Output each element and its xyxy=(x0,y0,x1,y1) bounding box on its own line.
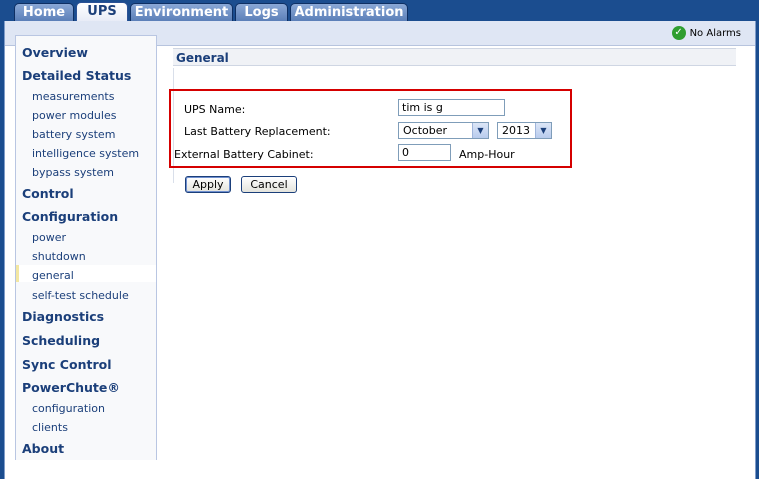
nav-general[interactable]: general xyxy=(32,269,74,282)
cancel-button[interactable]: Cancel xyxy=(241,176,297,193)
nav-bypass-system[interactable]: bypass system xyxy=(32,166,114,179)
nav-about[interactable]: About xyxy=(22,441,64,456)
battery-replacement-label: Last Battery Replacement: xyxy=(184,125,331,138)
nav-pc-clients[interactable]: clients xyxy=(32,421,68,434)
nav-diagnostics[interactable]: Diagnostics xyxy=(22,309,104,324)
tab-home[interactable]: Home xyxy=(14,3,74,21)
sidebar: Overview Detailed Status measurements po… xyxy=(15,35,157,460)
apply-button[interactable]: Apply xyxy=(185,176,231,193)
tab-bar: Home UPS Environment Logs Administration xyxy=(0,0,759,21)
tab-ups[interactable]: UPS xyxy=(76,2,128,21)
nav-configuration[interactable]: Configuration xyxy=(22,209,118,224)
nav-powerchute[interactable]: PowerChute® xyxy=(22,380,120,395)
section-title: General xyxy=(173,48,736,66)
cabinet-label: External Battery Cabinet: xyxy=(174,148,314,161)
nav-detailed-status[interactable]: Detailed Status xyxy=(22,68,131,83)
alarm-status: ✓ No Alarms xyxy=(671,26,741,40)
nav-measurements[interactable]: measurements xyxy=(32,90,114,103)
ups-name-label: UPS Name: xyxy=(184,103,246,116)
year-select[interactable]: 2013 ▼ xyxy=(497,122,552,139)
alarm-text: No Alarms xyxy=(689,28,741,39)
tab-environment[interactable]: Environment xyxy=(130,3,233,21)
chevron-down-icon[interactable]: ▼ xyxy=(535,123,551,138)
nav-battery-system[interactable]: battery system xyxy=(32,128,115,141)
month-select[interactable]: October ▼ xyxy=(398,122,489,139)
check-circle-icon: ✓ xyxy=(671,26,686,40)
nav-sync-control[interactable]: Sync Control xyxy=(22,357,111,372)
nav-pc-configuration[interactable]: configuration xyxy=(32,402,105,415)
chevron-down-icon[interactable]: ▼ xyxy=(472,123,488,138)
nav-self-test-schedule[interactable]: self-test schedule xyxy=(32,289,129,302)
nav-power[interactable]: power xyxy=(32,231,66,244)
nav-power-modules[interactable]: power modules xyxy=(32,109,116,122)
tab-administration[interactable]: Administration xyxy=(290,3,408,21)
cabinet-input[interactable] xyxy=(398,144,451,161)
nav-intelligence-system[interactable]: intelligence system xyxy=(32,147,139,160)
nav-shutdown[interactable]: shutdown xyxy=(32,250,86,263)
cabinet-unit: Amp-Hour xyxy=(459,148,515,161)
tab-logs[interactable]: Logs xyxy=(235,3,288,21)
month-value: October xyxy=(403,124,448,137)
nav-control[interactable]: Control xyxy=(22,186,74,201)
year-value: 2013 xyxy=(502,124,530,137)
nav-overview[interactable]: Overview xyxy=(22,45,88,60)
ups-name-input[interactable] xyxy=(398,99,505,116)
nav-scheduling[interactable]: Scheduling xyxy=(22,333,100,348)
